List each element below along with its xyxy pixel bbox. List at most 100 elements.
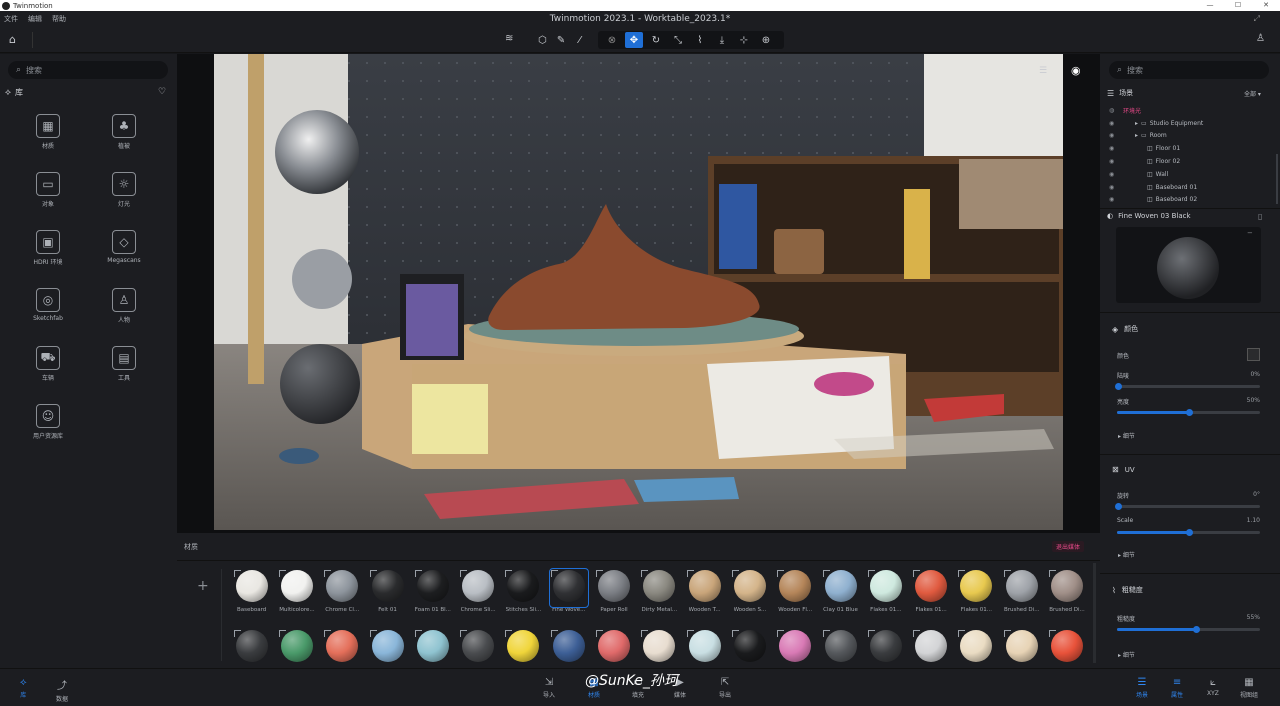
scene-tree-row[interactable]: ◍ 环境光 [1109,104,1274,117]
status-tab-import[interactable]: ⇲ 导入 [543,677,555,699]
expand-arrow-icon[interactable]: ▸ [1135,120,1138,127]
weathering-slider-knob[interactable] [1115,383,1122,390]
material-thumbnail[interactable] [274,629,319,667]
library-search-input[interactable]: ⌕ 搜索 [8,61,168,79]
material-thumbnail[interactable]: Wooden S... [727,569,772,613]
scene-render[interactable] [214,54,1063,530]
library-item-megascans[interactable]: ◇ Megascans [86,230,162,266]
library-item-sketchfab[interactable]: ◎ Sketchfab [10,288,86,324]
scale-tool-icon[interactable]: ⤡ [669,32,687,48]
gizmo-icon[interactable]: ⊕ [757,32,775,48]
home-icon[interactable]: ⌂ [9,33,16,46]
visibility-eye-icon[interactable]: ◉ [1071,64,1081,77]
picker-tool-icon[interactable]: ⁄ [572,32,587,48]
material-thumbnail[interactable] [999,629,1044,667]
roughness-slider[interactable] [1117,626,1260,633]
favorites-icon[interactable]: ♡ [158,87,166,97]
eye-icon[interactable]: ◉ [1109,120,1119,127]
library-item-user-library[interactable]: ☺ 用户资源库 [10,404,86,440]
status-tab-properties[interactable]: ≡ 属性 [1171,677,1183,699]
rotation-slider[interactable] [1115,503,1260,510]
material-thumbnail[interactable]: Flakes 01... [954,569,999,613]
rotation-slider-knob[interactable] [1115,503,1122,510]
scale-slider[interactable] [1117,529,1260,536]
material-thumbnail[interactable] [501,629,546,667]
material-thumbnail[interactable]: Foam 01 Bl... [410,569,455,613]
library-item-tools[interactable]: ▤ 工具 [86,346,162,382]
material-thumbnail[interactable]: Dirty Metal... [637,569,682,613]
material-thumbnail[interactable]: Wooden T... [682,569,727,613]
collapse-icon[interactable]: − [1247,229,1253,237]
panel-toggle-icon[interactable]: ▯ [1258,212,1262,221]
library-item-vegetation[interactable]: ♣ 植被 [86,114,162,150]
status-tab-scene[interactable]: ☰ 场景 [1136,677,1148,699]
material-thumbnail[interactable]: Flakes 01... [863,569,908,613]
scene-tree-row[interactable]: ◉ ▸ ▭ Studio Equipment [1109,117,1274,130]
scene-search-input[interactable]: ⌕ 搜索 [1109,61,1269,79]
eye-icon[interactable]: ◉ [1109,158,1119,165]
snap-icon[interactable]: ⌇ [691,32,709,48]
deselect-icon[interactable]: ⊗ [603,32,621,48]
material-thumbnail[interactable]: Brushed Di... [1044,569,1089,613]
library-item-lights[interactable]: ☼ 灯光 [86,172,162,208]
viewport[interactable]: ☰ ◉ [177,54,1100,533]
library-item-objects[interactable]: ▭ 对象 [10,172,86,208]
material-thumbnail[interactable] [410,629,455,667]
paint-tool-icon[interactable]: ✎ [554,32,569,48]
roughness-detail-toggle[interactable]: ▸ 细节 [1118,650,1135,659]
scene-filter-dropdown[interactable]: 全部 ▾ [1244,89,1261,98]
weathering-slider[interactable] [1115,383,1260,390]
material-thumbnail[interactable] [591,629,636,667]
move-tool-icon[interactable]: ✥ [625,32,643,48]
scene-tree-row[interactable]: ◉ ▸ ▭ Room [1109,130,1274,143]
material-thumbnail[interactable] [954,629,999,667]
material-thumbnail[interactable] [682,629,727,667]
tree-scrollbar[interactable] [1276,154,1278,204]
roughness-slider-knob[interactable] [1192,626,1200,633]
material-thumbnail[interactable] [1044,629,1089,667]
material-thumbnail[interactable]: Chrome Sli... [455,569,500,613]
material-thumbnail[interactable]: Chrome Cl... [320,569,365,613]
scene-tree-row[interactable]: ◉ ◫ Wall [1109,168,1274,181]
eye-icon[interactable]: ◉ [1109,171,1119,178]
material-thumbnail[interactable] [818,629,863,667]
material-thumbnail[interactable]: Felt 01 [365,569,410,613]
scale-slider-knob[interactable] [1185,529,1193,536]
library-item-vehicles[interactable]: ⛟ 车辆 [10,346,86,382]
material-thumbnail[interactable] [727,629,772,667]
library-item-materials[interactable]: ▦ 材质 [10,114,86,150]
status-tab-library[interactable]: ⟡ 库 [20,677,27,699]
eye-icon[interactable]: ◉ [1109,132,1119,139]
environment-icon[interactable]: ◍ [1109,107,1119,114]
material-thumbnail[interactable] [546,629,591,667]
brightness-slider[interactable] [1117,409,1260,416]
material-thumbnail[interactable] [773,629,818,667]
library-item-hdri[interactable]: ▣ HDRI 环境 [10,230,86,266]
brightness-slider-knob[interactable] [1185,409,1193,416]
expand-arrow-icon[interactable]: ▸ [1135,132,1138,139]
scene-tree-row[interactable]: ◉ ◫ Baseboard 01 [1109,181,1274,194]
scene-tree-row[interactable]: ◉ ◫ Floor 01 [1109,142,1274,155]
material-thumbnail[interactable]: Brushed Di... [999,569,1044,613]
material-thumbnail[interactable]: Multicolore... [274,569,319,613]
material-thumbnail[interactable] [320,629,365,667]
material-thumbnail[interactable] [365,629,410,667]
material-thumbnail[interactable]: Baseboard [229,569,274,613]
viewport-list-icon[interactable]: ☰ [1039,66,1047,76]
material-thumbnail[interactable]: Flakes 01... [908,569,953,613]
layers-icon[interactable]: ≋ [505,33,513,44]
library-item-people[interactable]: ♙ 人物 [86,288,162,324]
color-swatch[interactable] [1247,348,1260,361]
uv-detail-toggle[interactable]: ▸ 细节 [1118,550,1135,559]
close-button[interactable]: ✕ [1252,0,1280,11]
add-material-button[interactable]: + [197,578,209,594]
status-tab-xyz[interactable]: ⟀ XYZ [1207,677,1219,697]
eye-icon[interactable]: ◉ [1109,145,1119,152]
material-thumbnail[interactable]: Paper Roll [591,569,636,613]
minimize-button[interactable]: — [1196,0,1224,11]
material-thumbnail[interactable]: Wooden Fl... [773,569,818,613]
status-tab-data[interactable]: ⤴ 数据 [56,677,68,703]
material-thumbnail[interactable] [229,629,274,667]
eye-icon[interactable]: ◉ [1109,184,1119,191]
scene-tree-row[interactable]: ◉ ◫ Floor 02 [1109,155,1274,168]
